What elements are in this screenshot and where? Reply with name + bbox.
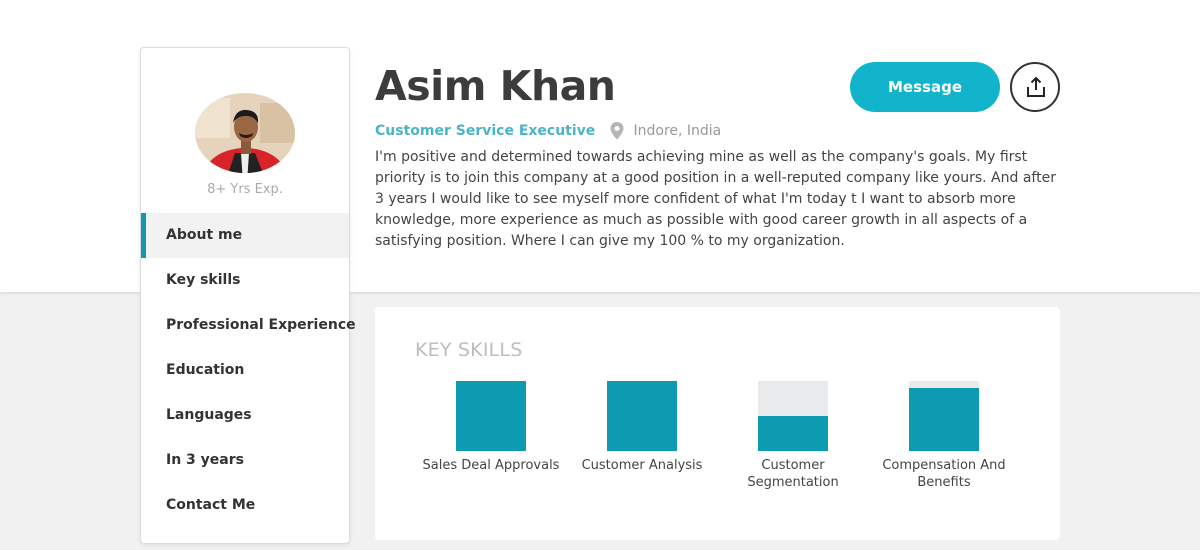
skill-bar-fill [607,381,677,451]
skill-bar-fill [456,381,526,451]
profile-subline: Customer Service Executive Indore, India [375,120,721,140]
profile-name: Asim Khan [375,62,616,110]
avatar [195,93,295,173]
skill-label: Customer Segmentation [747,458,839,490]
skill-bar-fill [909,388,979,451]
share-icon [1027,77,1045,97]
skill-item-compensation-and-benefits: Compensation And Benefits [874,381,1014,491]
profile-sidebar: 8+ Yrs Exp. About me Key skills Professi… [140,47,356,544]
sidebar-item-education[interactable]: Education [141,348,349,393]
skill-bar [909,381,979,451]
experience-label: 8+ Yrs Exp. [207,182,283,197]
profile-location: Indore, India [633,122,722,139]
profile-about: I'm positive and determined towards achi… [375,149,1056,249]
skill-label: Compensation And Benefits [882,458,1006,490]
skill-bar-fill [758,416,828,451]
skill-bar [758,381,828,451]
sidebar-nav: About me Key skills Professional Experie… [141,213,356,528]
sidebar-item-professional-experience[interactable]: Professional Experience [141,303,356,348]
sidebar-item-in-3-years[interactable]: In 3 years [141,438,349,483]
skill-item-customer-segmentation: Customer Segmentation [723,381,863,491]
message-button[interactable]: Message [850,62,1000,112]
skill-item-customer-analysis: Customer Analysis [572,381,712,474]
key-skills-title: KEY SKILLS [415,339,523,361]
sidebar-item-key-skills[interactable]: Key skills [141,258,349,303]
share-button[interactable] [1010,62,1060,112]
key-skills-card: KEY SKILLS Sales Deal Approvals Customer… [375,307,1060,540]
skill-item-sales-deal-approvals: Sales Deal Approvals [421,381,561,474]
skill-bar [456,381,526,451]
skill-bar [607,381,677,451]
location-pin-icon [610,121,624,140]
profile-role: Customer Service Executive [375,122,596,139]
skill-label: Customer Analysis [581,458,703,473]
sidebar-item-about-me[interactable]: About me [141,213,349,258]
sidebar-item-languages[interactable]: Languages [141,393,349,438]
skill-label: Sales Deal Approvals [422,458,560,473]
sidebar-item-contact-me[interactable]: Contact Me [141,483,349,528]
